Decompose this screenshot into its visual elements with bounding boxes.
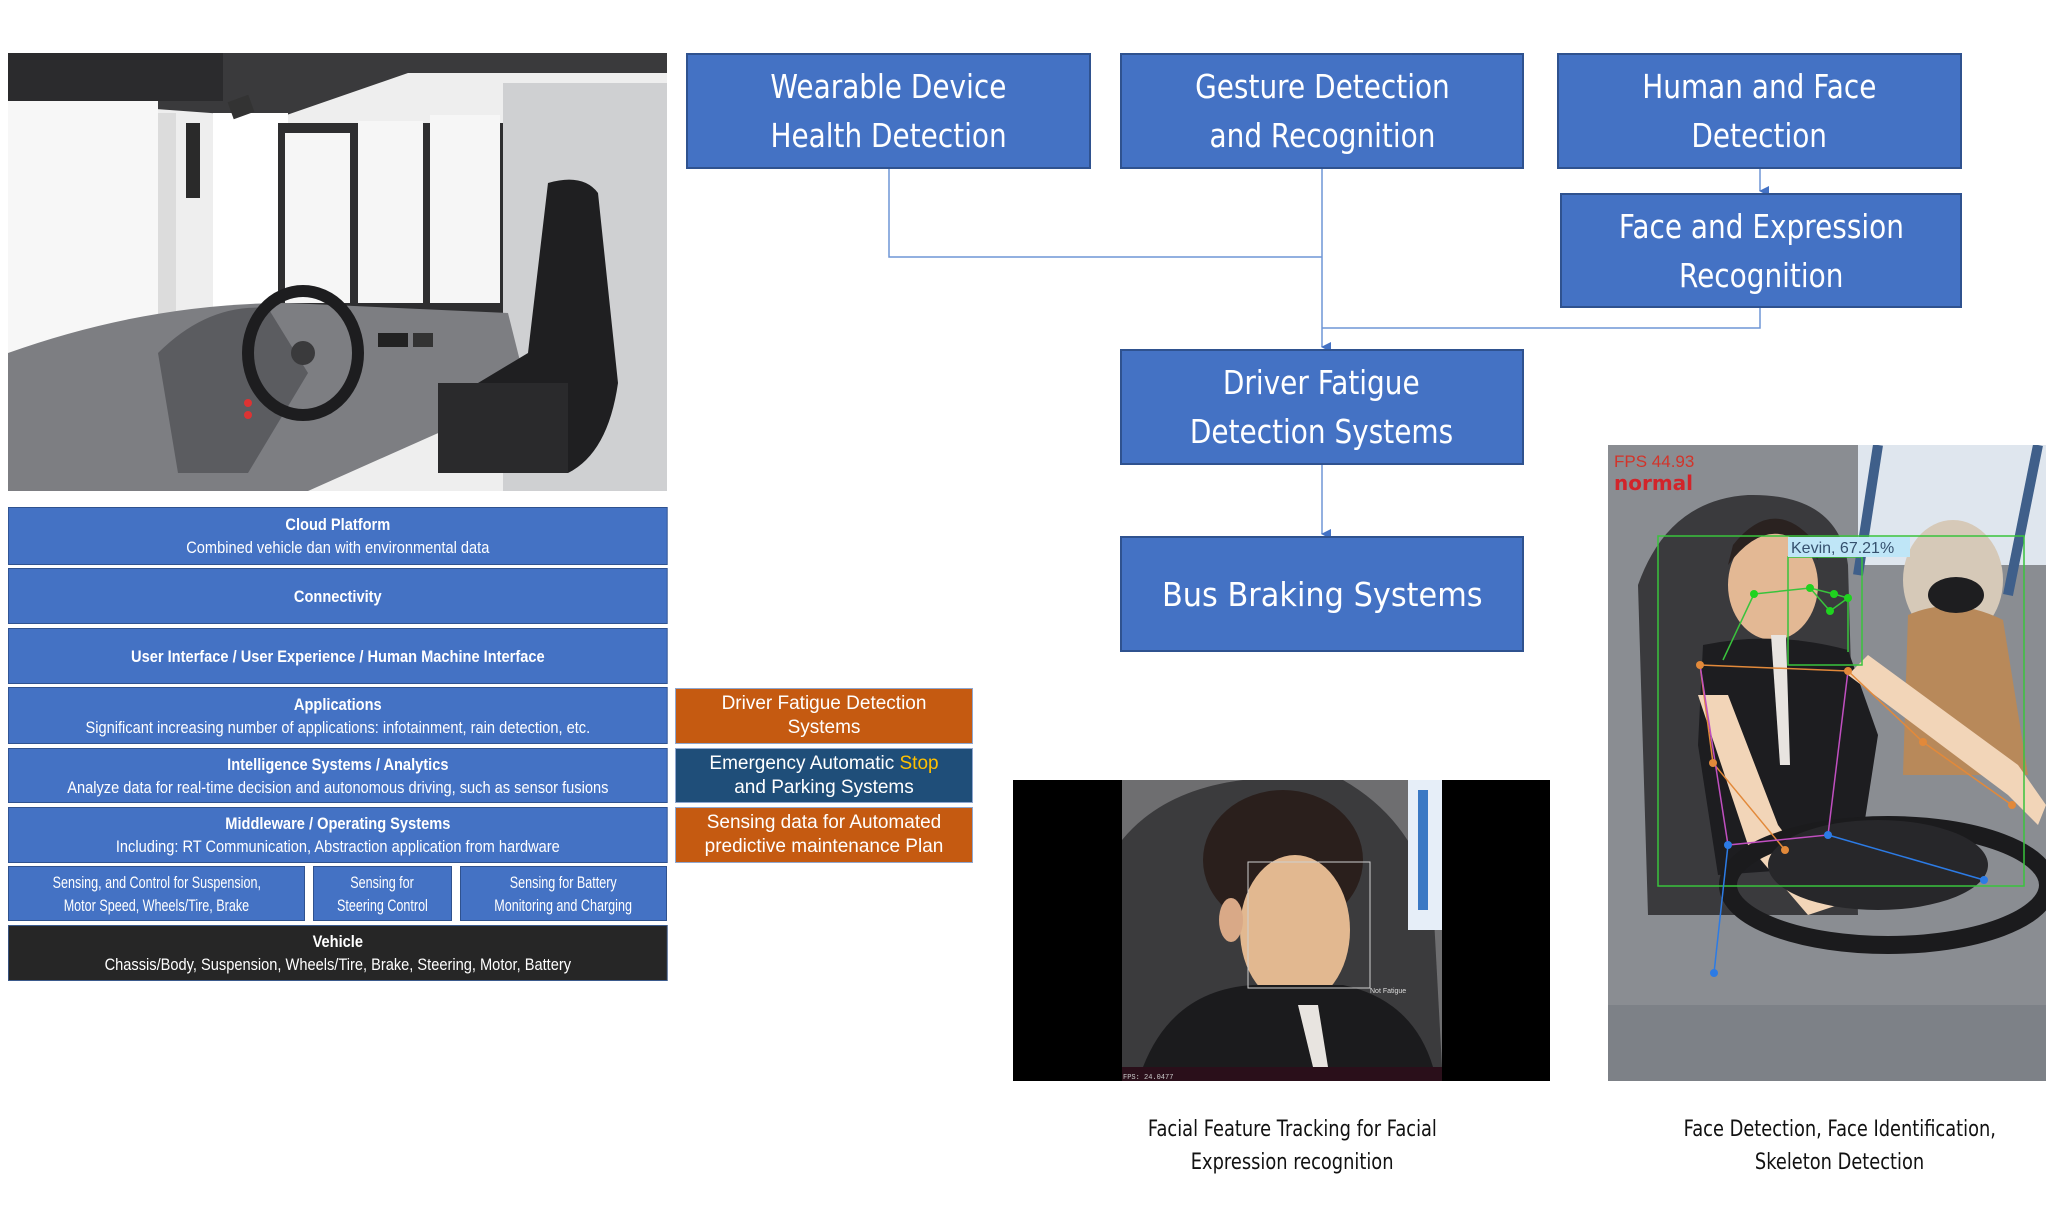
node-line1: Bus Braking Systems (1161, 574, 1483, 614)
caption-line2: Expression recognition (1190, 1150, 1394, 1175)
node-line1: Human and Face (1642, 67, 1877, 106)
node-line1: Face and Expression (1618, 206, 1904, 246)
flow-node-human-face-detection: Human and Face Detection (1557, 53, 1962, 169)
node-line2: Health Detection (770, 116, 1007, 155)
flow-node-bus-braking: Bus Braking Systems (1120, 536, 1524, 652)
identity-label: Kevin, 67.21% (1791, 540, 1894, 557)
skeleton-detection-caption: Face Detection, Face Identification, Skel… (1620, 1113, 2048, 1179)
caption-line1: Face Detection, Face Identification, (1683, 1117, 1997, 1142)
facial-fps-label: FPS: 24.0477 (1123, 1074, 1173, 1081)
flow-node-driver-fatigue: Driver Fatigue Detection Systems (1120, 349, 1524, 465)
connector-expression-to-fatigue (1322, 308, 1761, 329)
facial-tracking-photo: Not Fatigue FPS: 24.0477 (1013, 780, 1550, 1081)
skeleton-detection-photo: Kevin, 67.21% FPS 44.93 normal (1608, 445, 2046, 1081)
node-line1: Gesture Detection (1194, 67, 1450, 106)
node-line1: Driver Fatigue (1223, 363, 1421, 402)
facial-tracking-illustration: Not Fatigue FPS: 24.0477 (1013, 780, 1550, 1081)
flow-node-gesture-detection: Gesture Detection and Recognition (1120, 53, 1524, 169)
node-line1: Wearable Device (770, 67, 1007, 106)
node-line2: and Recognition (1209, 116, 1435, 155)
node-line2: Recognition (1678, 255, 1844, 295)
skeleton-fps-label: FPS 44.93 (1614, 452, 1694, 471)
connector-wearable-to-fatigue (888, 169, 1322, 258)
facial-tracking-caption: Facial Feature Tracking for Facial Expres… (1072, 1113, 1512, 1179)
caption-line1: Facial Feature Tracking for Facial (1147, 1117, 1437, 1142)
flow-node-face-expression: Face and Expression Recognition (1560, 193, 1962, 308)
skeleton-detection-illustration: Kevin, 67.21% FPS 44.93 normal (1608, 445, 2046, 1081)
driver-state-label: normal (1614, 471, 1693, 495)
flow-node-wearable-health: Wearable Device Health Detection (686, 53, 1091, 169)
node-line2: Detection (1691, 116, 1828, 155)
caption-line2: Skeleton Detection (1755, 1150, 1925, 1175)
node-line2: Detection Systems (1190, 412, 1454, 451)
fatigue-status-label: Not Fatigue (1370, 988, 1406, 995)
